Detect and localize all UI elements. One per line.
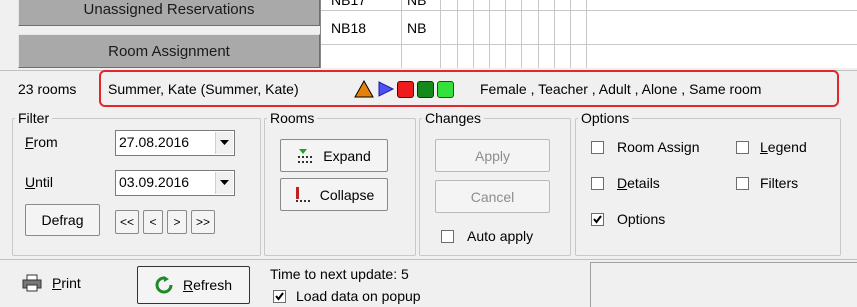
- expand-button[interactable]: Expand: [280, 139, 388, 172]
- printer-icon: [22, 274, 42, 292]
- rooms-count: 23 rooms: [18, 81, 77, 97]
- last-page-button[interactable]: >>: [191, 210, 215, 234]
- rooms-title: Rooms: [267, 110, 318, 126]
- expand-label: Expand: [323, 147, 371, 164]
- first-page-button[interactable]: <<: [115, 210, 139, 234]
- collapse-button[interactable]: Collapse: [280, 178, 388, 211]
- cancel-label: Cancel: [470, 188, 515, 205]
- load-popup-checkbox[interactable]: [273, 290, 286, 303]
- first-page-label: <<: [119, 215, 134, 229]
- until-date-value: 03.09.2016: [119, 174, 190, 190]
- previous-page-button[interactable]: <: [143, 210, 163, 234]
- changes-title: Changes: [422, 110, 485, 126]
- grid-type-cell[interactable]: NB: [407, 20, 426, 36]
- load-popup-label: Load data on popup: [296, 288, 421, 304]
- cancel-button[interactable]: Cancel: [435, 180, 550, 213]
- filters-label: Filters: [760, 175, 799, 191]
- divider: [0, 259, 857, 260]
- checkmark-icon: [275, 292, 284, 301]
- expand-icon: [298, 148, 313, 163]
- room-assign-checkbox[interactable]: [591, 141, 604, 154]
- checkmark-icon: [593, 215, 602, 224]
- print-button[interactable]: Print: [22, 274, 81, 292]
- options-title: Options: [578, 110, 633, 126]
- legend-label: Legend: [760, 139, 807, 155]
- collapse-icon: [295, 186, 310, 202]
- filters-checkbox[interactable]: [736, 177, 749, 190]
- refresh-button[interactable]: Refresh: [137, 266, 250, 304]
- refresh-icon: [155, 276, 173, 294]
- chevron-down-icon[interactable]: [215, 172, 233, 194]
- apply-button[interactable]: Apply: [435, 139, 550, 172]
- details-checkbox[interactable]: [591, 177, 604, 190]
- highlight-frame: [99, 70, 839, 107]
- until-date-select[interactable]: 03.09.2016: [115, 170, 235, 196]
- defrag-button[interactable]: Defrag: [25, 204, 100, 236]
- status-panel: [590, 262, 857, 307]
- room-grid[interactable]: NB17 NB NB18 NB: [320, 0, 857, 68]
- grid-room-cell[interactable]: NB17: [331, 0, 366, 8]
- previous-page-label: <: [149, 215, 157, 229]
- until-label: Until: [25, 174, 54, 190]
- options-checkbox[interactable]: [591, 213, 604, 226]
- options-label: Options: [617, 211, 666, 227]
- filter-title: Filter: [15, 110, 53, 126]
- last-page-label: >>: [195, 215, 210, 229]
- unassigned-reservations-button[interactable]: Unassigned Reservations: [18, 0, 320, 26]
- auto-apply-checkbox[interactable]: [441, 230, 454, 243]
- auto-apply-label: Auto apply: [467, 228, 534, 244]
- from-date-select[interactable]: 27.08.2016: [115, 130, 235, 156]
- room-assignment-label: Room Assignment: [108, 42, 230, 60]
- grid-room-cell[interactable]: NB18: [331, 20, 366, 36]
- apply-label: Apply: [474, 147, 511, 164]
- update-timer: Time to next update: 5: [270, 266, 409, 282]
- from-label: From: [25, 134, 58, 150]
- print-label: Print: [52, 275, 81, 291]
- collapse-label: Collapse: [319, 186, 375, 203]
- next-page-button[interactable]: >: [167, 210, 187, 234]
- unassigned-reservations-label: Unassigned Reservations: [83, 0, 255, 18]
- from-date-value: 27.08.2016: [119, 134, 190, 150]
- defrag-label: Defrag: [41, 212, 84, 228]
- grid-type-cell[interactable]: NB: [407, 0, 426, 8]
- room-assign-label: Room Assign: [617, 139, 700, 155]
- chevron-down-icon[interactable]: [215, 132, 233, 154]
- refresh-label: Refresh: [182, 277, 233, 293]
- room-assignment-button[interactable]: Room Assignment: [18, 34, 320, 68]
- details-label: Details: [617, 175, 660, 191]
- next-page-label: >: [173, 215, 181, 229]
- legend-checkbox[interactable]: [736, 141, 749, 154]
